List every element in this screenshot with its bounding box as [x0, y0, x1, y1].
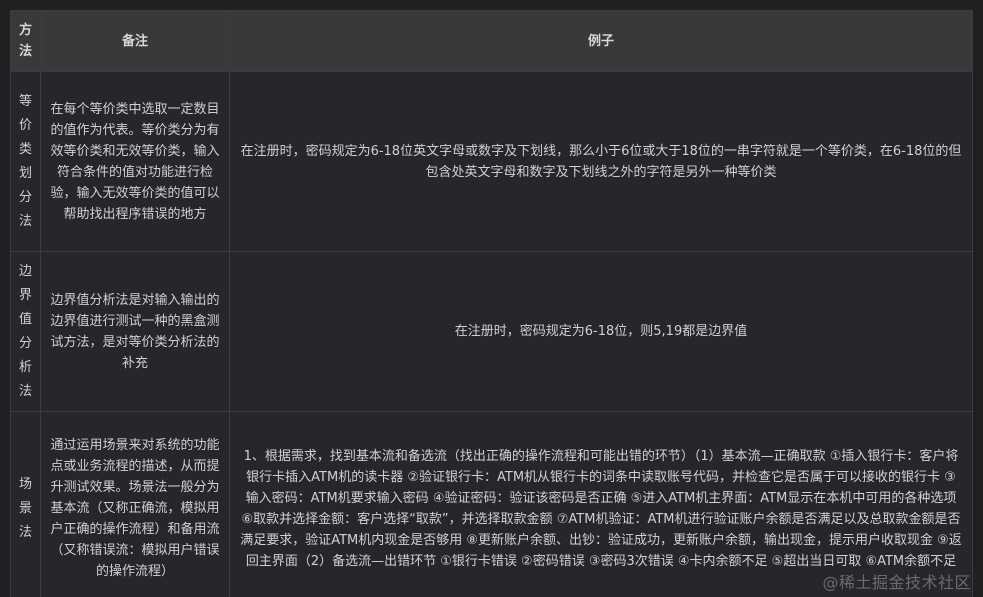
- note-cell: 在每个等价类中选取一定数目的值作为代表。等价类分为有效等价类和无效等价类，输入符…: [40, 71, 230, 252]
- method-cell: 边界值分析法: [10, 251, 41, 412]
- note-cell: 通过运用场景来对系统的功能点或业务流程的描述，从而提升测试效果。场景法一般分为基…: [40, 411, 230, 597]
- table-row: 等价类划分法 在每个等价类中选取一定数目的值作为代表。等价类分为有效等价类和无效…: [10, 71, 973, 252]
- header-note: 备注: [40, 10, 230, 72]
- test-methods-table: 方法 备注 例子 等价类划分法 在每个等价类中选取一定数目的值作为代表。等价类分…: [10, 10, 973, 597]
- example-cell: 在注册时，密码规定为6-18位英文字母或数字及下划线，那么小于6位或大于18位的…: [229, 71, 973, 252]
- method-cell: 场景法: [10, 411, 41, 597]
- header-row: 方法 备注 例子: [10, 10, 973, 72]
- method-cell: 等价类划分法: [10, 71, 41, 252]
- header-example: 例子: [229, 10, 973, 72]
- note-cell: 边界值分析法是对输入输出的边界值进行测试一种的黑盒测试方法，是对等价类分析法的补…: [40, 251, 230, 412]
- table-row: 边界值分析法 边界值分析法是对输入输出的边界值进行测试一种的黑盒测试方法，是对等…: [10, 251, 973, 412]
- watermark: @稀土掘金技术社区: [822, 573, 971, 592]
- page: 方法 备注 例子 等价类划分法 在每个等价类中选取一定数目的值作为代表。等价类分…: [0, 0, 983, 597]
- header-method: 方法: [10, 10, 41, 72]
- example-cell: 在注册时，密码规定为6-18位，则5,19都是边界值: [229, 251, 973, 412]
